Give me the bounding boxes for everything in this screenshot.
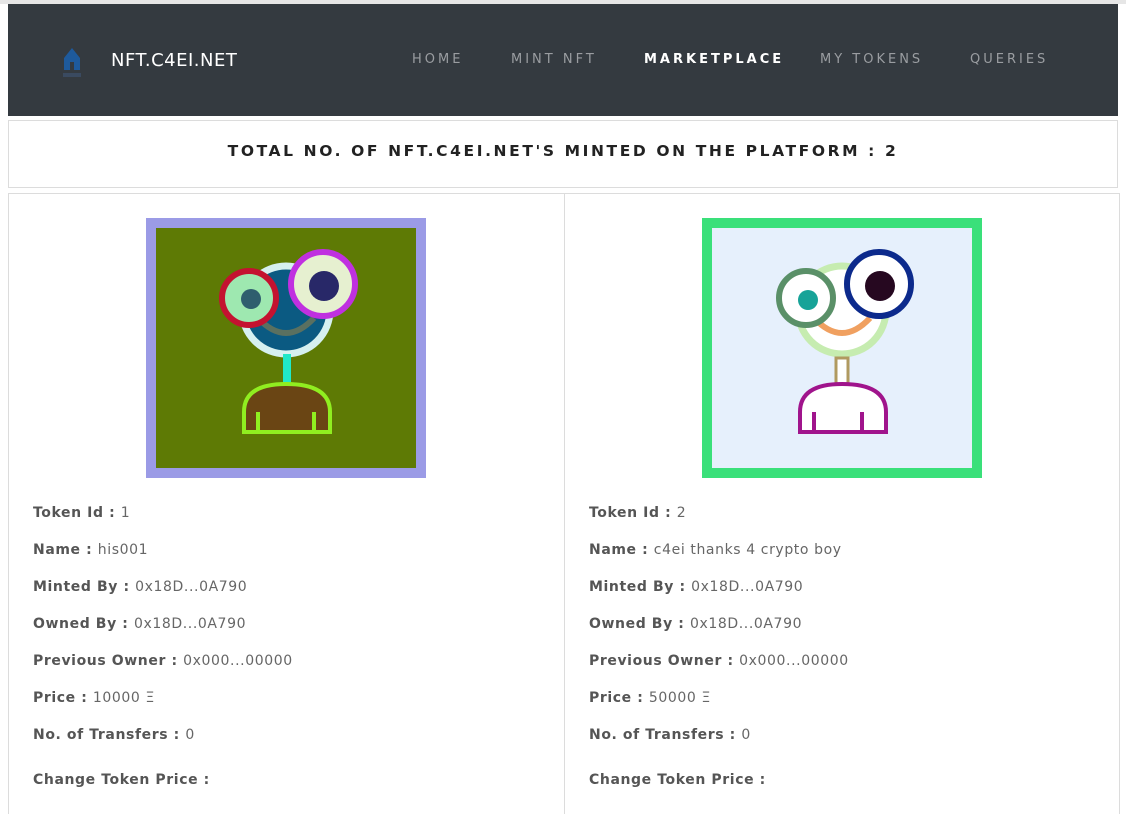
token-image: [146, 218, 426, 478]
previous-owner-label: Previous Owner :: [589, 653, 740, 669]
minted-by-value: 0x18D...0A790: [135, 579, 248, 595]
price-label: Price :: [33, 690, 93, 706]
nav-mint-nft[interactable]: MINT NFT: [511, 52, 597, 67]
name-field: Name : c4ei thanks 4 crypto boy: [589, 542, 842, 558]
minted-by-field: Minted By : 0x18D...0A790: [589, 579, 803, 595]
owned-by-field: Owned By : 0x18D...0A790: [589, 616, 802, 632]
navbar: NFT.C4EI.NET HOME MINT NFT MARKETPLACE M…: [8, 4, 1118, 116]
previous-owner-value: 0x000...00000: [739, 653, 849, 669]
token-card: Token Id : 2 Name : c4ei thanks 4 crypto…: [564, 194, 1119, 814]
transfers-value: 0: [185, 727, 195, 743]
minted-by-label: Minted By :: [33, 579, 136, 595]
change-price-field: Change Token Price :: [589, 772, 766, 788]
token-id-value: 2: [676, 505, 687, 521]
previous-owner-field: Previous Owner : 0x000...00000: [589, 653, 849, 669]
transfers-value: 0: [741, 727, 751, 743]
name-value: his001: [97, 542, 149, 558]
token-cards: Token Id : 1 Name : his001 Minted By : 0…: [8, 193, 1120, 814]
price-field: Price : 10000 Ξ: [33, 690, 155, 706]
price-label: Price :: [589, 690, 649, 706]
previous-owner-field: Previous Owner : 0x000...00000: [33, 653, 293, 669]
transfers-label: No. of Transfers :: [33, 727, 186, 743]
token-id-value: 1: [120, 505, 131, 521]
transfers-field: No. of Transfers : 0: [589, 727, 751, 743]
home-icon[interactable]: [60, 44, 84, 80]
total-minted-panel: TOTAL NO. OF NFT.C4EI.NET'S MINTED ON TH…: [8, 120, 1118, 188]
name-label: Name :: [589, 542, 654, 558]
name-field: Name : his001: [33, 542, 148, 558]
nav-queries[interactable]: QUERIES: [970, 52, 1048, 67]
change-price-field: Change Token Price :: [33, 772, 210, 788]
owned-by-field: Owned By : 0x18D...0A790: [33, 616, 246, 632]
price-value: 50000 Ξ: [648, 690, 711, 706]
previous-owner-label: Previous Owner :: [33, 653, 184, 669]
name-label: Name :: [33, 542, 98, 558]
transfers-field: No. of Transfers : 0: [33, 727, 195, 743]
nav-my-tokens[interactable]: MY TOKENS: [820, 52, 923, 67]
owned-by-label: Owned By :: [33, 616, 134, 632]
name-value: c4ei thanks 4 crypto boy: [653, 542, 842, 558]
token-id-label: Token Id :: [589, 505, 677, 521]
owned-by-value: 0x18D...0A790: [689, 616, 803, 632]
price-value: 10000 Ξ: [92, 690, 155, 706]
price-field: Price : 50000 Ξ: [589, 690, 711, 706]
token-id-label: Token Id :: [33, 505, 121, 521]
token-id-field: Token Id : 2: [589, 505, 686, 521]
transfers-label: No. of Transfers :: [589, 727, 742, 743]
brand-name[interactable]: NFT.C4EI.NET: [111, 50, 237, 71]
minted-by-field: Minted By : 0x18D...0A790: [33, 579, 247, 595]
nav-marketplace[interactable]: MARKETPLACE: [644, 52, 784, 67]
token-card: Token Id : 1 Name : his001 Minted By : 0…: [9, 194, 563, 814]
previous-owner-value: 0x000...00000: [183, 653, 293, 669]
owned-by-value: 0x18D...0A790: [133, 616, 247, 632]
nav-home[interactable]: HOME: [412, 52, 463, 67]
total-minted-text: TOTAL NO. OF NFT.C4EI.NET'S MINTED ON TH…: [227, 142, 899, 160]
owned-by-label: Owned By :: [589, 616, 690, 632]
token-image: [702, 218, 982, 478]
change-price-label: Change Token Price :: [589, 772, 766, 788]
minted-by-label: Minted By :: [589, 579, 692, 595]
token-id-field: Token Id : 1: [33, 505, 130, 521]
change-price-label: Change Token Price :: [33, 772, 210, 788]
minted-by-value: 0x18D...0A790: [691, 579, 804, 595]
